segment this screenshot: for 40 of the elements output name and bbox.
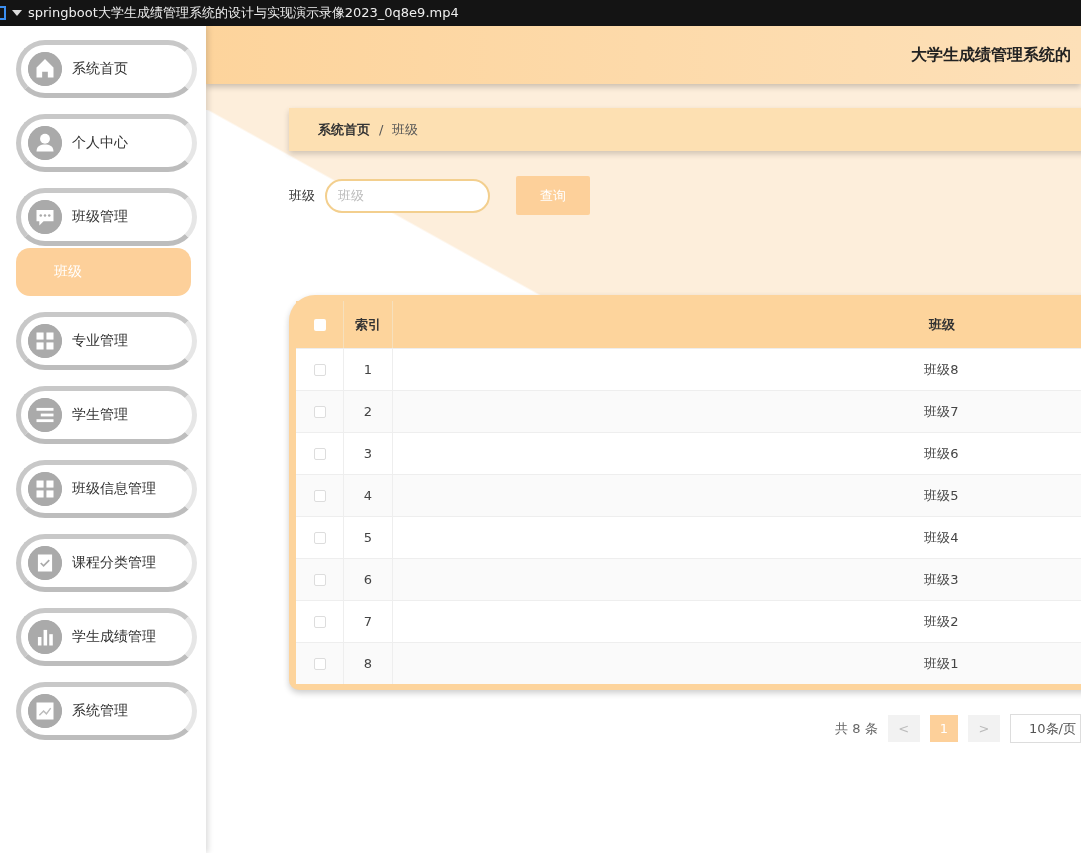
sidebar-item[interactable]: 学生成绩管理 bbox=[16, 608, 197, 666]
chat-bubble-icon bbox=[28, 200, 62, 234]
grid-icon bbox=[28, 472, 62, 506]
house-icon bbox=[28, 52, 62, 86]
sidebar-item[interactable]: 课程分类管理 bbox=[16, 534, 197, 592]
window-title: springboot大学生成绩管理系统的设计与实现演示录像2023_0q8e9.mp4 bbox=[28, 4, 459, 22]
breadcrumb-item[interactable]: 系统首页 bbox=[318, 120, 370, 139]
sidebar-item[interactable]: 专业管理 bbox=[16, 312, 197, 370]
app-icon bbox=[0, 6, 6, 20]
total-count: 共 8 条 bbox=[835, 719, 878, 738]
breadcrumb-item[interactable]: 班级 bbox=[392, 120, 419, 139]
grid-icon bbox=[28, 324, 62, 358]
sidebar-item[interactable]: 学生管理 bbox=[16, 386, 197, 444]
sidebar-item[interactable]: 班级管理 bbox=[16, 188, 197, 246]
sidebar-item[interactable]: 个人中心 bbox=[16, 114, 197, 172]
line-chart-icon bbox=[28, 694, 62, 728]
sidebar-item[interactable]: 班级信息管理 bbox=[16, 460, 197, 518]
bar-chart-icon bbox=[28, 620, 62, 654]
checkbox[interactable] bbox=[313, 318, 326, 331]
search-label: 班级 bbox=[289, 186, 315, 205]
caret-icon[interactable] bbox=[12, 10, 22, 16]
sidebar-item[interactable]: 系统首页 bbox=[16, 40, 197, 98]
checkbox[interactable] bbox=[313, 489, 326, 502]
table-cell: 8 bbox=[344, 643, 393, 684]
list-icon bbox=[28, 398, 62, 432]
clipboard-icon bbox=[28, 546, 62, 580]
person-icon bbox=[28, 126, 62, 160]
page-size-select[interactable]: 10条/页 bbox=[1010, 714, 1081, 743]
checkbox[interactable] bbox=[313, 573, 326, 586]
search-field[interactable]: 班级 bbox=[325, 178, 490, 213]
system-title: 大学生成绩管理系统的 bbox=[911, 44, 1071, 66]
checkbox[interactable] bbox=[313, 363, 326, 376]
checkbox[interactable] bbox=[313, 447, 326, 460]
table-cell: 班级1 bbox=[393, 643, 1081, 684]
breadcrumb-separator: / bbox=[379, 122, 384, 137]
checkbox[interactable] bbox=[313, 531, 326, 544]
checkbox[interactable] bbox=[313, 615, 326, 628]
sidebar-item[interactable]: 系统管理 bbox=[16, 682, 197, 740]
checkbox[interactable] bbox=[313, 657, 326, 670]
checkbox[interactable] bbox=[313, 405, 326, 418]
